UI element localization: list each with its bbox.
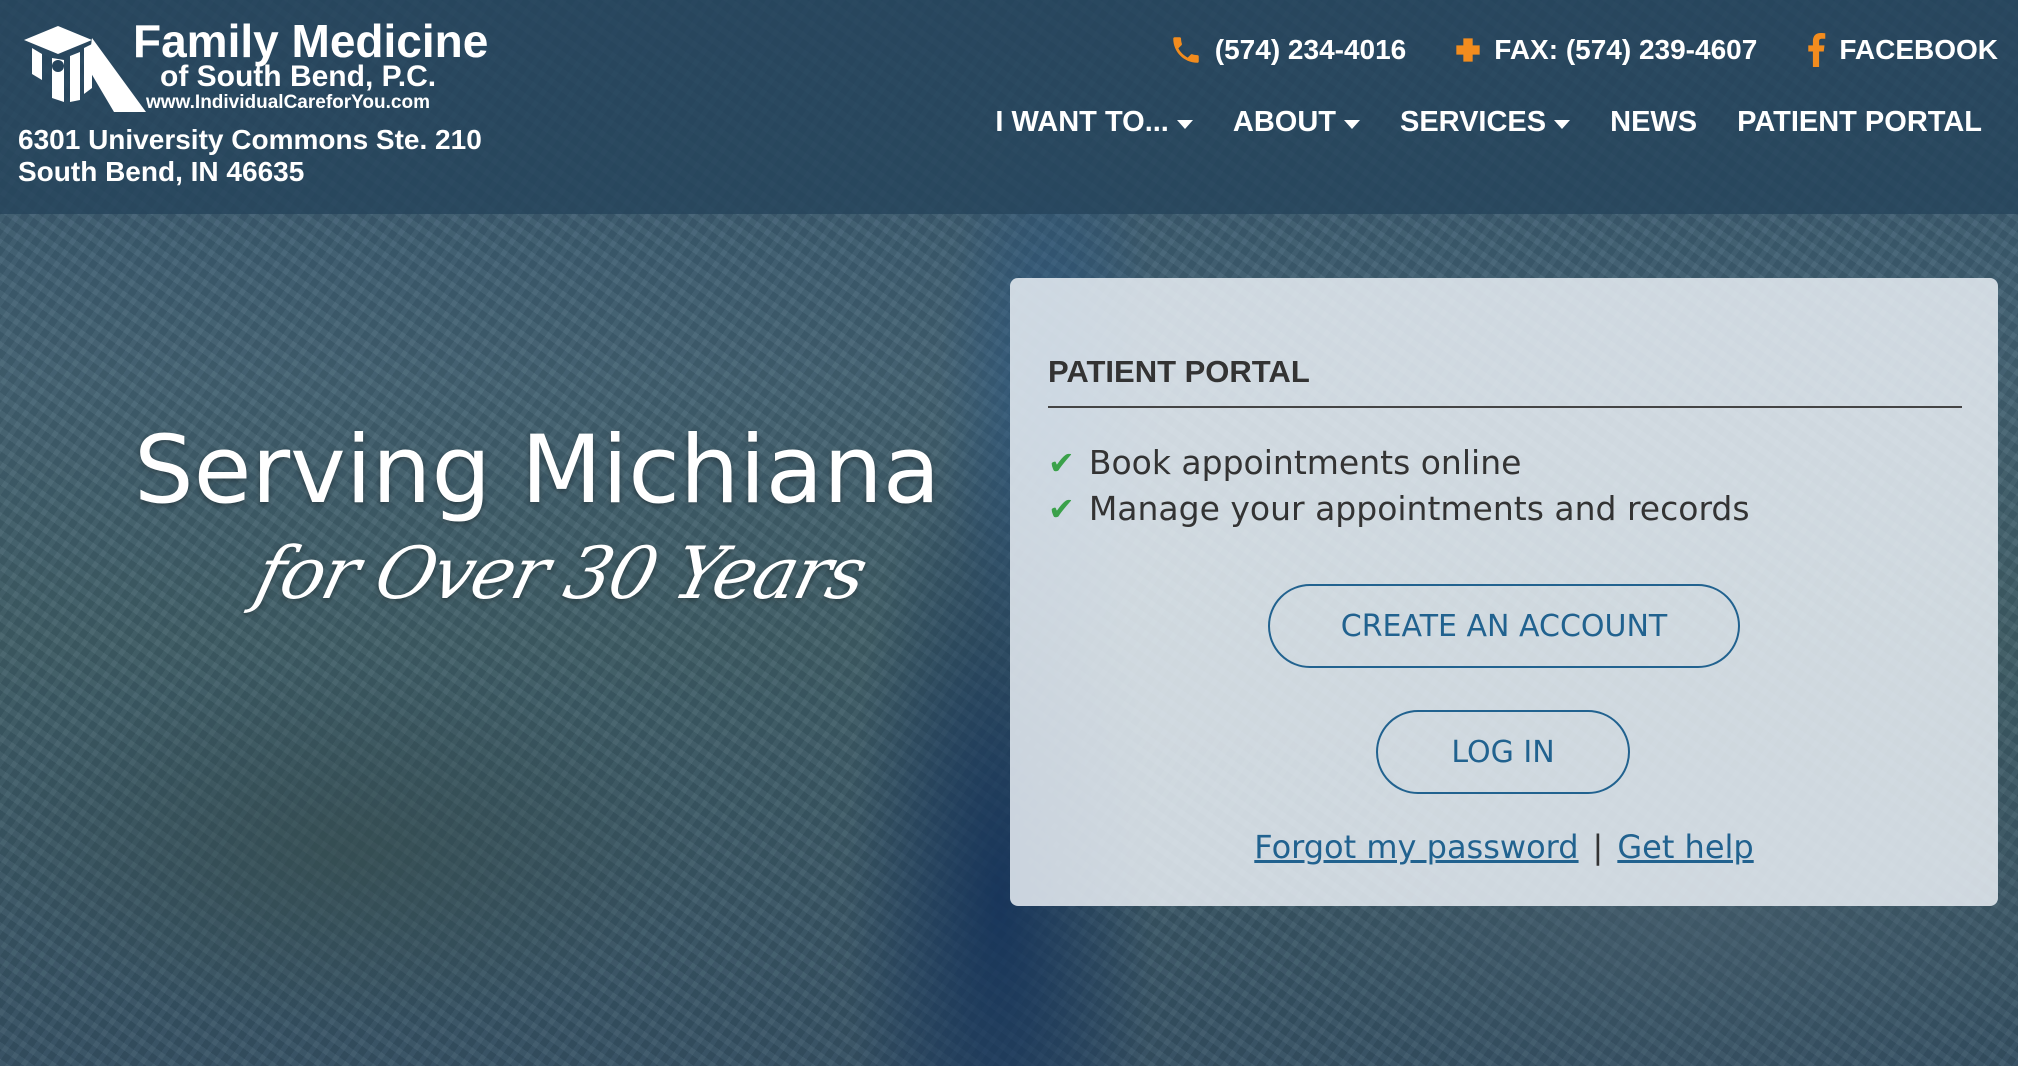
logo-subtitle: of South Bend, P.C.: [160, 60, 437, 93]
portal-feature-list: ✔ Book appointments online ✔ Manage your…: [1048, 440, 1750, 532]
facebook-label: FACEBOOK: [1839, 34, 1998, 65]
phone-link[interactable]: (574) 234-4016: [1169, 33, 1406, 67]
hero-title: Serving Michiana: [134, 416, 941, 525]
patient-portal-card: PATIENT PORTAL ✔ Book appointments onlin…: [1010, 278, 1998, 906]
check-icon: ✔: [1048, 490, 1075, 528]
contact-bar: (574) 234-4016 FAX: (574) 239-4607 FACEB…: [1169, 30, 1998, 70]
feature-text: Manage your appointments and records: [1088, 489, 1750, 528]
portal-title: PATIENT PORTAL: [1048, 352, 1962, 408]
nav-item-patient-portal[interactable]: PATIENT PORTAL: [1737, 106, 1982, 139]
list-item: ✔ Book appointments online: [1048, 440, 1750, 486]
nav-label: I WANT TO...: [995, 105, 1169, 138]
nav-label: ABOUT: [1232, 105, 1336, 138]
nav-label: NEWS: [1610, 105, 1698, 138]
site-header: Family Medicine of South Bend, P.C. www.…: [0, 0, 2018, 214]
list-item: ✔ Manage your appointments and records: [1048, 486, 1750, 532]
fax-item: FAX: (574) 239-4607: [1454, 34, 1757, 66]
portal-help-links: Forgot my password | Get help: [1010, 828, 1998, 866]
nav-item-about[interactable]: ABOUT: [1233, 106, 1360, 139]
link-separator: |: [1592, 828, 1604, 866]
site-logo[interactable]: Family Medicine of South Bend, P.C. www.…: [18, 16, 488, 116]
chevron-down-icon: [1554, 119, 1571, 129]
feature-text: Book appointments online: [1088, 443, 1522, 482]
fax-number: FAX: (574) 239-4607: [1494, 34, 1758, 65]
facebook-link[interactable]: FACEBOOK: [1805, 33, 1998, 67]
check-icon: ✔: [1048, 444, 1075, 482]
nav-item-i-want-to[interactable]: I WANT TO...: [995, 105, 1193, 139]
chevron-down-icon: [1176, 119, 1193, 129]
get-help-link[interactable]: Get help: [1617, 828, 1753, 866]
nav-label: SERVICES: [1399, 105, 1547, 138]
address-line-1: 6301 University Commons Ste. 210: [18, 124, 482, 155]
nav-item-services[interactable]: SERVICES: [1399, 105, 1571, 139]
chevron-down-icon: [1343, 119, 1360, 129]
create-account-button[interactable]: CREATE AN ACCOUNT: [1268, 584, 1740, 668]
facebook-icon: [1805, 33, 1827, 67]
logo-url: www.IndividualCareforYou.com: [146, 92, 430, 113]
phone-number: (574) 234-4016: [1214, 34, 1407, 65]
clinic-address: 6301 University Commons Ste. 210 South B…: [18, 124, 482, 188]
forgot-password-link[interactable]: Forgot my password: [1254, 828, 1578, 866]
hero-script-tagline: for Over 30 Years: [247, 531, 875, 615]
logo-mark-icon: [24, 26, 146, 112]
main-nav: I WANT TO... ABOUT SERVICES NEWS PATIENT…: [995, 102, 1982, 142]
log-in-button[interactable]: LOG IN: [1376, 710, 1630, 794]
nav-label: PATIENT PORTAL: [1737, 105, 1982, 138]
address-line-2: South Bend, IN 46635: [18, 156, 305, 187]
logo-title: Family Medicine: [133, 15, 489, 67]
phone-icon: [1169, 33, 1203, 67]
fax-cross-icon: [1454, 36, 1482, 64]
nav-item-news[interactable]: NEWS: [1610, 106, 1697, 139]
